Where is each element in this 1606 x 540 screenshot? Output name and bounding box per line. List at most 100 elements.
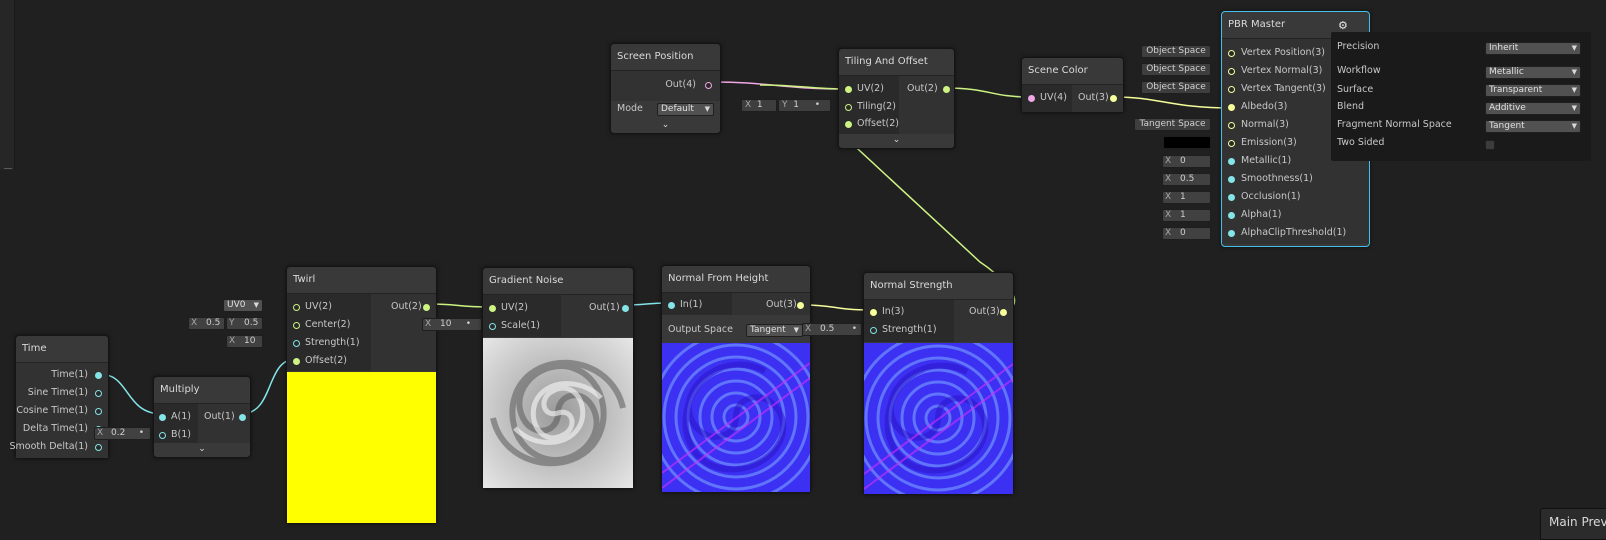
- vertex-normal-space[interactable]: Object Space: [1141, 63, 1211, 76]
- gear-icon[interactable]: ⚙: [1338, 19, 1348, 32]
- port-uv-dot[interactable]: [845, 86, 852, 93]
- port-strength: Strength(1): [882, 324, 937, 335]
- precision-label: Precision: [1337, 41, 1380, 52]
- expand-chevron-icon[interactable]: ⌄: [154, 443, 250, 455]
- port-center-dot[interactable]: [293, 322, 300, 329]
- two-sided-checkbox[interactable]: [1485, 140, 1495, 150]
- node-title[interactable]: Twirl: [287, 267, 436, 294]
- node-title[interactable]: Normal From Height: [662, 266, 810, 293]
- gradient-scale-field[interactable]: X 10 •: [422, 318, 482, 331]
- normal-from-height-node[interactable]: Normal From Height In(1) Out(3) Output S…: [661, 265, 811, 493]
- metallic-field[interactable]: X0: [1162, 155, 1211, 168]
- pbr-port-dot[interactable]: [1228, 140, 1235, 147]
- port-in-dot[interactable]: [668, 302, 675, 309]
- port-uv-dot[interactable]: [1028, 95, 1035, 102]
- node-title[interactable]: Normal Strength: [864, 273, 1013, 300]
- port-in-dot[interactable]: [870, 309, 877, 316]
- occlusion-field[interactable]: X1: [1162, 191, 1211, 204]
- port-uv-dot[interactable]: [293, 304, 300, 311]
- pbr-port-dot[interactable]: [1228, 212, 1235, 219]
- pbr-port-label: Albedo(3): [1241, 101, 1288, 112]
- port-tiling-dot[interactable]: [845, 104, 852, 111]
- twirl-center-y[interactable]: Y 0.5: [226, 317, 263, 330]
- normal-strength-node[interactable]: Normal Strength In(3) Strength(1) Out(3): [863, 272, 1014, 495]
- workflow-dropdown[interactable]: Metallic ▼: [1485, 66, 1581, 79]
- port-out-dot[interactable]: [622, 305, 629, 312]
- normal-strength-field[interactable]: X 0.5 •: [802, 323, 862, 336]
- pbr-port-dot[interactable]: [1228, 104, 1235, 111]
- port-out-dot[interactable]: [423, 304, 430, 311]
- gradient-noise-node[interactable]: Gradient Noise UV(2) Scale(1) Out(1): [482, 267, 634, 489]
- fragment-normal-space-dropdown[interactable]: Tangent ▼: [1485, 120, 1581, 133]
- vertex-position-space[interactable]: Object Space: [1141, 45, 1211, 58]
- time-port-dot[interactable]: [95, 390, 102, 397]
- expand-chevron-icon[interactable]: ⌄: [611, 119, 720, 131]
- time-port-dot[interactable]: [95, 372, 102, 379]
- port-uv-dot[interactable]: [489, 305, 496, 312]
- scroll-handle[interactable]: [4, 168, 12, 169]
- time-port-label: Smooth Delta(1): [9, 441, 88, 452]
- time-node[interactable]: Time Time(1) Sine Time(1) Cosine Time(1) De…: [10, 335, 109, 459]
- port-out-dot[interactable]: [943, 86, 950, 93]
- node-title[interactable]: Time: [16, 336, 108, 363]
- surface-dropdown[interactable]: Transparent ▼: [1485, 84, 1581, 97]
- pbr-port-dot[interactable]: [1228, 86, 1235, 93]
- port-scale-dot[interactable]: [489, 323, 496, 330]
- output-space-dropdown[interactable]: Tangent ▼: [746, 324, 803, 337]
- node-title[interactable]: Gradient Noise: [483, 268, 633, 295]
- port-uv: UV(2): [501, 302, 528, 313]
- port-out-dot[interactable]: [705, 82, 712, 89]
- port-in: In(3): [882, 306, 905, 317]
- alpha-field[interactable]: X1: [1162, 209, 1211, 222]
- port-out-dot[interactable]: [1110, 95, 1117, 102]
- port-out-dot[interactable]: [239, 414, 246, 421]
- pbr-port-dot[interactable]: [1228, 68, 1235, 75]
- vertex-tangent-space[interactable]: Object Space: [1141, 81, 1211, 94]
- tiling-x-field[interactable]: X 1: [741, 99, 777, 112]
- scene-color-node[interactable]: Scene Color UV(4) Out(3): [1021, 57, 1124, 113]
- port-out-dot[interactable]: [1000, 309, 1007, 316]
- node-title[interactable]: Tiling And Offset: [839, 49, 954, 76]
- mode-dropdown[interactable]: Default ▼: [657, 103, 714, 116]
- precision-dropdown[interactable]: Inherit ▼: [1485, 42, 1581, 55]
- left-scrollbar[interactable]: [0, 0, 15, 170]
- port-strength-dot[interactable]: [293, 340, 300, 347]
- twirl-uv-channel[interactable]: UV0 ▼: [223, 299, 263, 312]
- pbr-port-dot[interactable]: [1228, 158, 1235, 165]
- pbr-port-dot[interactable]: [1228, 176, 1235, 183]
- alpha-clip-field[interactable]: X0: [1162, 227, 1211, 240]
- twirl-node[interactable]: Twirl UV(2) Center(2) Strength(1) Offset…: [286, 266, 437, 524]
- pbr-port-dot[interactable]: [1228, 194, 1235, 201]
- emission-color-swatch[interactable]: [1163, 136, 1211, 149]
- normal-space[interactable]: Tangent Space: [1134, 118, 1211, 131]
- time-port-label: Time(1): [51, 369, 88, 380]
- port-b-dot[interactable]: [159, 432, 166, 439]
- port-offset-dot[interactable]: [293, 358, 300, 365]
- node-title[interactable]: Scene Color: [1022, 58, 1123, 85]
- pbr-port-dot[interactable]: [1228, 230, 1235, 237]
- port-out: Out(4): [665, 79, 696, 90]
- pbr-port-label: Alpha(1): [1241, 209, 1282, 220]
- port-a-dot[interactable]: [159, 414, 166, 421]
- port-offset-dot[interactable]: [845, 121, 852, 128]
- smoothness-field[interactable]: X 0.5: [1162, 173, 1211, 186]
- tiling-offset-node[interactable]: Tiling And Offset UV(2) Tiling(2) Offset…: [838, 48, 955, 149]
- blend-dropdown[interactable]: Additive ▼: [1485, 102, 1581, 115]
- screen-position-node[interactable]: Screen Position Out(4) Mode Default ▼ ⌄: [610, 43, 721, 134]
- main-preview-tab[interactable]: Main Preview: [1540, 508, 1606, 540]
- node-title[interactable]: Screen Position: [611, 44, 720, 71]
- tiling-y-field[interactable]: Y 1 •: [778, 99, 831, 112]
- port-out-dot[interactable]: [797, 302, 804, 309]
- port-strength-dot[interactable]: [870, 327, 877, 334]
- multiply-b-field[interactable]: X 0.2 •: [94, 427, 151, 440]
- time-port-dot[interactable]: [95, 444, 102, 451]
- pbr-port-label: Emission(3): [1241, 137, 1297, 148]
- node-title[interactable]: Multiply: [154, 377, 250, 404]
- twirl-strength-field[interactable]: X 10: [226, 335, 263, 348]
- expand-chevron-icon[interactable]: ⌄: [839, 134, 954, 146]
- pbr-port-dot[interactable]: [1228, 50, 1235, 57]
- multiply-node[interactable]: Multiply A(1) B(1) Out(1) ⌄: [153, 376, 251, 458]
- pbr-port-dot[interactable]: [1228, 122, 1235, 129]
- time-port-dot[interactable]: [95, 408, 102, 415]
- twirl-center-x[interactable]: X 0.5: [188, 317, 225, 330]
